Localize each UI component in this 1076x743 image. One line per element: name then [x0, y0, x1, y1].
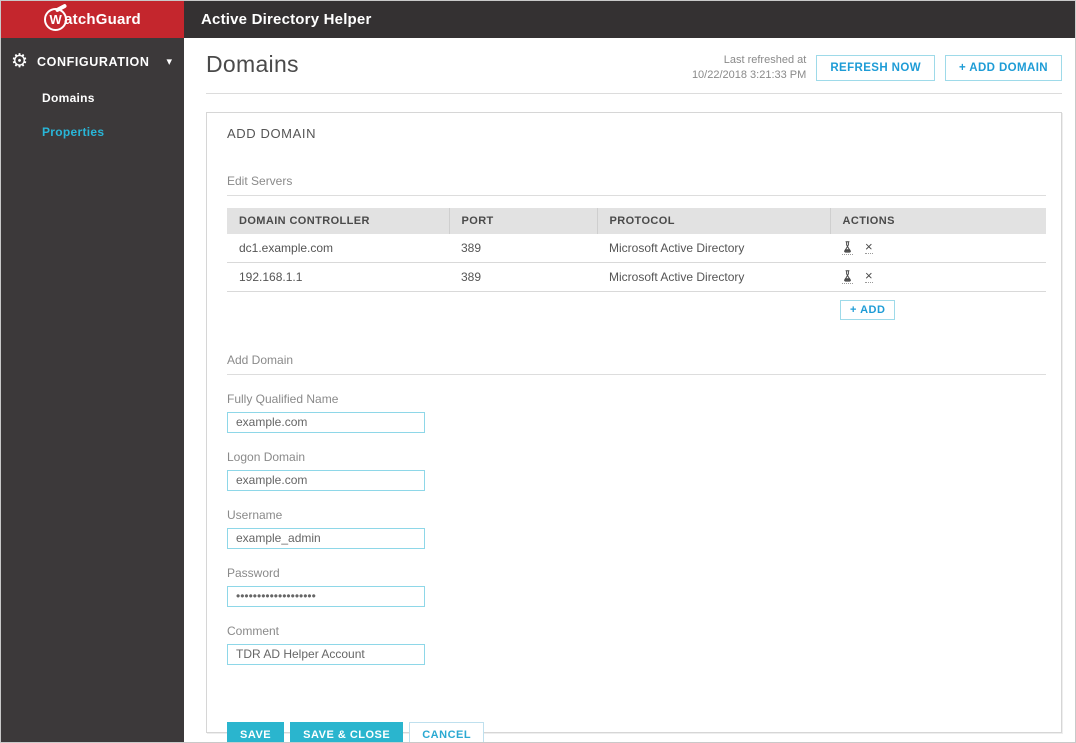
- sidebar-item-properties[interactable]: Properties: [1, 125, 184, 139]
- field-label: Password: [227, 565, 280, 580]
- logo-text: atchGuard: [64, 11, 141, 28]
- field-label: Fully Qualified Name: [227, 391, 339, 406]
- save-button[interactable]: SAVE: [227, 721, 285, 742]
- field-label: Comment: [227, 623, 280, 638]
- title-divider: [206, 92, 1062, 94]
- page-header: Domains Last refreshed at 10/22/2018 3:2…: [184, 38, 1075, 84]
- test-connection-icon[interactable]: [842, 241, 853, 255]
- comment-input[interactable]: [227, 643, 425, 665]
- card-buttons: SAVE SAVE & CLOSE CANCEL: [227, 721, 1046, 742]
- cell-protocol: Microsoft Active Directory: [597, 262, 830, 292]
- field-logon-domain: Logon Domain: [227, 450, 1046, 491]
- field-comment: Comment: [227, 624, 1046, 665]
- table-row: dc1.example.com 389 Microsoft Active Dir…: [227, 233, 1046, 263]
- add-domain-label: Add Domain: [227, 353, 1046, 375]
- delete-icon[interactable]: ×: [865, 240, 873, 254]
- delete-icon[interactable]: ×: [865, 269, 873, 283]
- test-connection-icon[interactable]: [842, 270, 853, 284]
- add-domain-card: ADD DOMAIN Edit Servers DOMAIN CONTROLLE…: [206, 111, 1062, 742]
- table-header-row: DOMAIN CONTROLLER PORT PROTOCOL ACTIONS: [227, 207, 1046, 234]
- header-actions: Last refreshed at 10/22/2018 3:21:33 PM …: [692, 53, 1062, 84]
- main-content: Domains Last refreshed at 10/22/2018 3:2…: [184, 38, 1075, 742]
- field-label: Username: [227, 507, 283, 522]
- field-fully-qualified-name: Fully Qualified Name: [227, 392, 1046, 433]
- cell-domain-controller: 192.168.1.1: [227, 262, 449, 292]
- column-domain-controller: DOMAIN CONTROLLER: [227, 207, 449, 234]
- last-refreshed-label: Last refreshed at: [723, 54, 807, 66]
- username-input[interactable]: [227, 527, 425, 549]
- logo-block: W atchGuard: [1, 1, 184, 38]
- chevron-down-icon: ▾: [166, 56, 172, 68]
- sidebar-item-domains[interactable]: Domains: [1, 91, 184, 105]
- add-domain-header-button[interactable]: + ADD DOMAIN: [944, 55, 1062, 82]
- last-refreshed: Last refreshed at 10/22/2018 3:21:33 PM: [692, 53, 806, 84]
- row-actions: ×: [842, 240, 1046, 255]
- save-and-close-button[interactable]: SAVE & CLOSE: [290, 721, 404, 742]
- sidebar: ⚙ CONFIGURATION ▾ Domains Properties: [1, 38, 184, 742]
- add-server-row: + ADD: [227, 299, 1046, 320]
- servers-table: DOMAIN CONTROLLER PORT PROTOCOL ACTIONS …: [227, 207, 1046, 292]
- logo-w-circle: W: [44, 3, 68, 31]
- add-server-button[interactable]: + ADD: [840, 299, 896, 320]
- last-refreshed-value: 10/22/2018 3:21:33 PM: [691, 69, 807, 82]
- row-actions: ×: [842, 269, 1046, 284]
- edit-servers-label: Edit Servers: [227, 174, 1046, 196]
- cell-protocol: Microsoft Active Directory: [597, 233, 830, 263]
- top-bar: W atchGuard Active Directory Helper: [1, 1, 1075, 38]
- password-input[interactable]: [227, 585, 425, 607]
- watchguard-logo: W atchGuard: [44, 3, 141, 31]
- cell-port: 389: [449, 262, 597, 292]
- refresh-now-button[interactable]: REFRESH NOW: [816, 55, 935, 82]
- sidebar-section-label: CONFIGURATION: [37, 54, 150, 69]
- app-window: W atchGuard Active Directory Helper ⚙ CO…: [0, 0, 1076, 743]
- column-port: PORT: [448, 207, 597, 234]
- column-actions: ACTIONS: [829, 207, 1046, 234]
- page-title: Domains: [206, 51, 299, 77]
- column-protocol: PROTOCOL: [596, 207, 830, 234]
- field-username: Username: [227, 508, 1046, 549]
- field-label: Logon Domain: [227, 449, 306, 464]
- sidebar-section-configuration[interactable]: ⚙ CONFIGURATION ▾: [1, 38, 184, 71]
- app-title: Active Directory Helper: [201, 11, 372, 28]
- gear-icon: ⚙: [11, 51, 29, 72]
- fully-qualified-name-input[interactable]: [227, 411, 425, 433]
- field-password: Password: [227, 566, 1046, 607]
- cancel-button[interactable]: CANCEL: [409, 721, 485, 742]
- table-row: 192.168.1.1 389 Microsoft Active Directo…: [227, 262, 1046, 292]
- cell-port: 389: [449, 233, 597, 263]
- logon-domain-input[interactable]: [227, 469, 425, 491]
- card-title: ADD DOMAIN: [227, 125, 317, 141]
- cell-domain-controller: dc1.example.com: [227, 233, 449, 263]
- logo-w: W: [49, 12, 62, 27]
